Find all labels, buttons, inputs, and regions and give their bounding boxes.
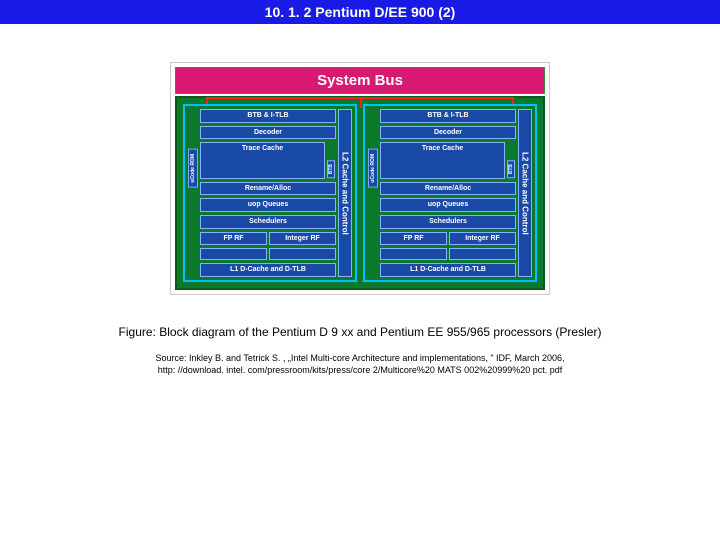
source-line-1: Source: Inkley B. and Tetrick S. , „Inte… xyxy=(155,353,564,363)
int-rf: Integer RF xyxy=(269,232,336,246)
int-exec xyxy=(269,248,336,260)
schedulers: Schedulers xyxy=(380,215,516,229)
l1-dcache: L1 D-Cache and D-TLB xyxy=(200,263,336,277)
uop-queues: uop Queues xyxy=(380,198,516,212)
system-bus-block: System Bus xyxy=(175,67,545,94)
uop-queues: uop Queues xyxy=(200,198,336,212)
decoder: Decoder xyxy=(380,126,516,140)
trace-cache: Trace Cache xyxy=(380,142,505,178)
rename-alloc: Rename/Alloc xyxy=(200,182,336,196)
rename-alloc: Rename/Alloc xyxy=(380,182,516,196)
l2-cache: L2 Cache and Control xyxy=(338,109,352,277)
ucode-rom: uCode ROM xyxy=(188,149,198,188)
fp-rf: FP RF xyxy=(380,232,447,246)
pipeline-stages: BTB & I-TLB Decoder Trace Cache BTB Rena… xyxy=(200,109,336,277)
core-right: uCode ROM BTB & I-TLB Decoder Trace Cach… xyxy=(363,104,537,282)
core-left: uCode ROM BTB & I-TLB Decoder Trace Cach… xyxy=(183,104,357,282)
btb-side: BTB xyxy=(327,160,335,178)
source-citation: Source: Inkley B. and Tetrick S. , „Inte… xyxy=(0,353,720,376)
figure-caption: Figure: Block diagram of the Pentium D 9… xyxy=(0,325,720,339)
block-diagram: System Bus uCode ROM BTB & I-TLB Decoder… xyxy=(170,62,550,295)
chip-outline: uCode ROM BTB & I-TLB Decoder Trace Cach… xyxy=(175,96,545,290)
fp-exec xyxy=(200,248,267,260)
btb-itlb: BTB & I-TLB xyxy=(380,109,516,123)
ucode-rom: uCode ROM xyxy=(368,149,378,188)
pipeline-stages: BTB & I-TLB Decoder Trace Cache BTB Rena… xyxy=(380,109,516,277)
trace-cache: Trace Cache xyxy=(200,142,325,178)
l2-cache: L2 Cache and Control xyxy=(518,109,532,277)
source-line-2: http: //download. intel. com/pressroom/k… xyxy=(158,365,563,375)
l1-dcache: L1 D-Cache and D-TLB xyxy=(380,263,516,277)
int-exec xyxy=(449,248,516,260)
schedulers: Schedulers xyxy=(200,215,336,229)
fp-exec xyxy=(380,248,447,260)
int-rf: Integer RF xyxy=(449,232,516,246)
diagram-container: System Bus uCode ROM BTB & I-TLB Decoder… xyxy=(0,62,720,295)
btb-side: BTB xyxy=(507,160,515,178)
btb-itlb: BTB & I-TLB xyxy=(200,109,336,123)
slide-title: 10. 1. 2 Pentium D/EE 900 (2) xyxy=(0,0,720,24)
fp-rf: FP RF xyxy=(200,232,267,246)
decoder: Decoder xyxy=(200,126,336,140)
